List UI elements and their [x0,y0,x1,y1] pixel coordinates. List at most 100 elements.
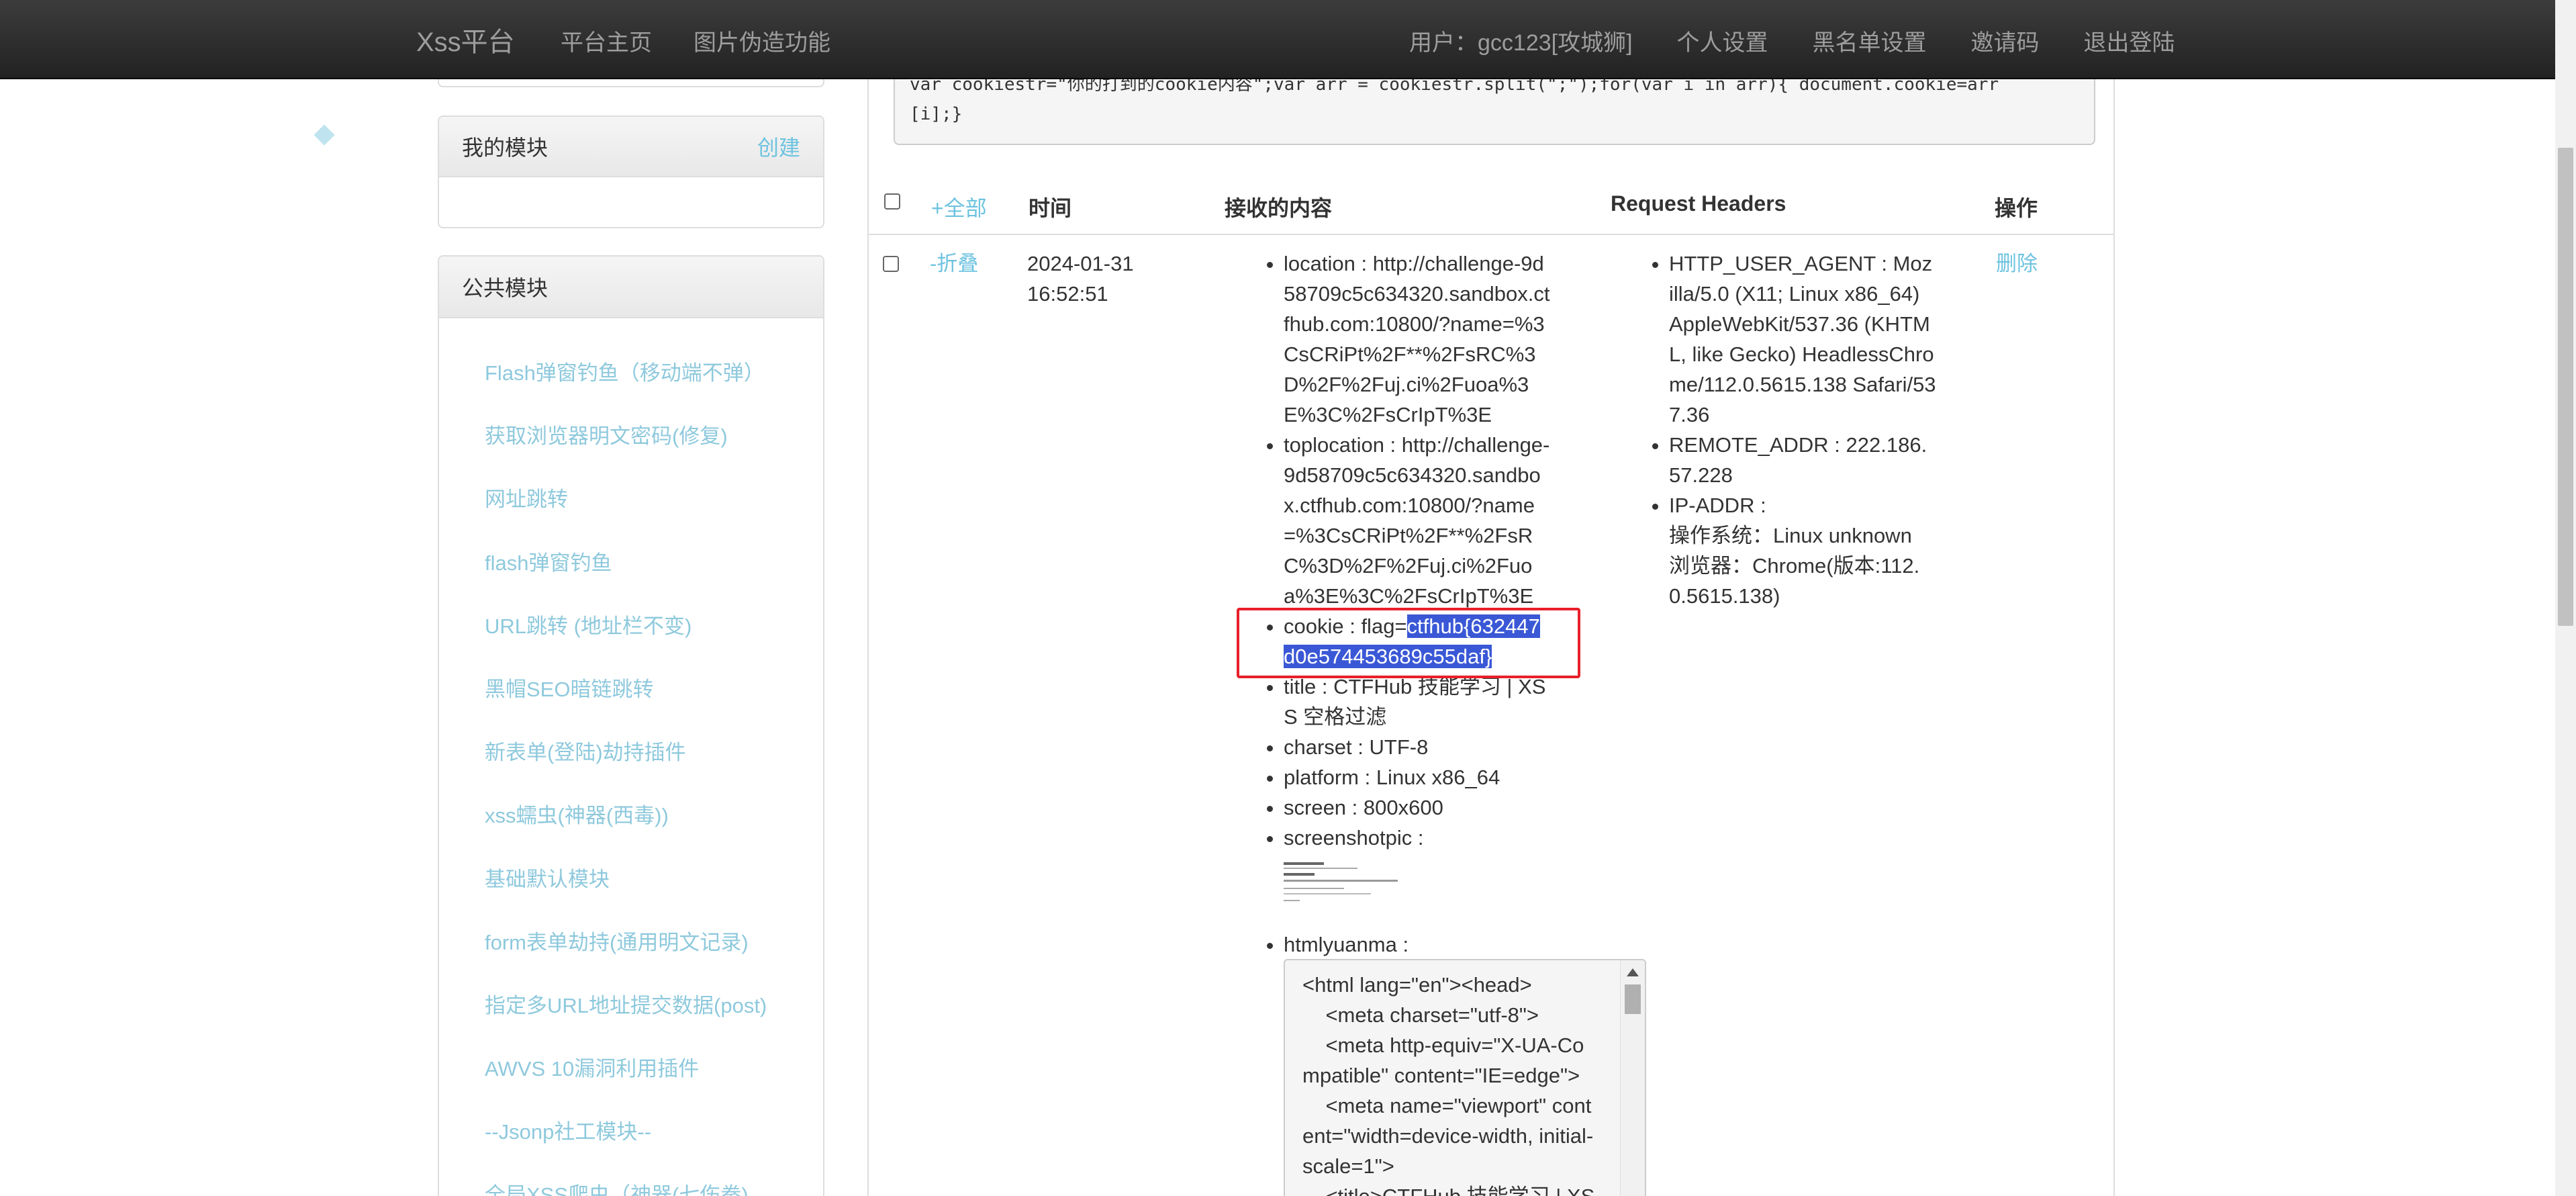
brand-logo[interactable]: Xss平台 [416,20,515,59]
ip-addr-line: 浏览器：Chrome(版本:112. [1669,554,1920,578]
select-all-checkbox[interactable] [884,193,900,210]
module-item[interactable]: xss蠕虫(神器(西毒)) [439,784,823,847]
header-divider [869,234,2113,235]
module-item[interactable]: --Jsonp社工模块-- [439,1101,823,1164]
title-item: title : CTFHub 技能学习 | XS S 空格过滤 [1284,672,1549,732]
html-source-line: <title>CTFHub 技能学习 | XS [1302,1181,1611,1196]
nav-logout-link[interactable]: 退出登陆 [2084,24,2175,57]
screen-item: screen : 800x600 [1284,792,1549,823]
expand-all-link[interactable]: +全部 [931,191,987,222]
collapse-link[interactable]: -折叠 [930,248,978,279]
toplocation-line: C%3D%2F%2Fuj.ci%2Fuo [1284,554,1533,578]
nav-left: 平台主页 图片伪造功能 [561,24,830,57]
my-modules-title: 我的模块 [462,136,548,160]
nav-blacklist-link[interactable]: 黑名单设置 [1813,24,1927,57]
location-line: fhub.com:10800/?name=%3 [1284,312,1545,336]
toplocation-line: a%3E%3C%2FsCrIpT%3E [1284,584,1534,608]
toplocation-line: x.ctfhub.com:10800/?name [1284,494,1535,517]
html-source-line: scale=1"> [1302,1154,1394,1178]
time-header: 时间 [1029,196,1072,220]
module-item[interactable]: 网址跳转 [439,468,823,531]
module-item[interactable]: form表单劫持(通用明文记录) [439,911,823,974]
public-modules-list: Flash弹窗钓鱼（移动端不弹） 获取浏览器明文密码(修复) 网址跳转 flas… [439,318,823,1196]
code-line: [i];} [910,104,963,124]
html-source-scrollbar[interactable] [1620,960,1645,1196]
module-item[interactable]: 全局XSS爬虫（神器(七伤拳) [439,1164,823,1196]
html-source-line: ent="width=device-width, initial- [1302,1124,1594,1148]
create-module-link[interactable]: 创建 [757,131,800,162]
location-line: 58709c5c634320.sandbox.ct [1284,282,1550,306]
ip-addr-line: 0.5615.138) [1669,584,1780,608]
page-scrollbar-thumb[interactable] [2558,148,2573,626]
row-date: 2024-01-31 [1027,252,1134,275]
remote-addr-line: REMOTE_ADDR : 222.186. [1669,433,1927,457]
html-source-line: mpatible" content="IE=edge"> [1302,1064,1580,1087]
user-agent-line: 7.36 [1669,403,1710,426]
nav-user-label: 用户：gcc123[攻城狮] [1409,30,1633,56]
diamond-icon [314,124,335,146]
my-modules-panel: 我的模块 创建 [438,116,824,228]
htmlyuanma-item: htmlyuanma : [1284,929,1549,960]
location-item: location : http://challenge-9d 58709c5c6… [1284,248,1549,430]
screenshotpic-item: screenshotpic : [1284,823,1549,907]
page: Xss平台 平台主页 图片伪造功能 用户：gcc123[攻城狮] 个人设置 黑名… [0,0,2555,1196]
html-source-line: <meta http-equiv="X-UA-Co [1302,1033,1584,1057]
title-line: S 空格过滤 [1284,705,1387,729]
received-content-list: location : http://challenge-9d 58709c5c6… [1245,248,1549,960]
scroll-thumb[interactable] [1625,984,1641,1014]
user-agent-item: HTTP_USER_AGENT : Moz illa/5.0 (X11; Lin… [1669,248,1936,430]
nav-image-forge-link[interactable]: 图片伪造功能 [694,24,830,57]
nav-settings-link[interactable]: 个人设置 [1677,24,1768,57]
platform-item: platform : Linux x86_64 [1284,762,1549,792]
screenshotpic-label: screenshotpic : [1284,826,1424,849]
ip-addr-line: IP-ADDR : [1669,494,1766,517]
html-source-box[interactable]: <html lang="en"><head> <meta charset="ut… [1284,959,1646,1196]
module-item[interactable]: URL跳转 (地址栏不变) [439,595,823,658]
row-timestamp: 2024-01-31 16:52:51 [1027,248,1134,309]
screenshot-thumbnail[interactable] [1284,858,1508,907]
module-item[interactable]: AWVS 10漏洞利用插件 [439,1038,823,1101]
user-agent-line: HTTP_USER_AGENT : Moz [1669,252,1933,275]
delete-link[interactable]: 删除 [1996,248,2038,279]
html-source-line: <html lang="en"><head> [1302,973,1532,997]
module-item[interactable]: 指定多URL地址提交数据(post) [439,974,823,1038]
row-time: 16:52:51 [1027,282,1108,306]
html-source-line: <meta charset="utf-8"> [1302,1003,1539,1027]
nav-home-link[interactable]: 平台主页 [561,24,652,57]
row-checkbox[interactable] [883,256,899,272]
module-item[interactable]: 黑帽SEO暗链跳转 [439,658,823,721]
request-headers-header: Request Headers [1611,191,1786,216]
module-item[interactable]: Flash弹窗钓鱼（移动端不弹） [439,342,823,405]
user-agent-line: illa/5.0 (X11; Linux x86_64) [1669,282,1920,306]
ip-addr-line: 操作系统：Linux unknown [1669,524,1912,547]
module-item[interactable]: 获取浏览器明文密码(修复) [439,405,823,468]
toplocation-line: 9d58709c5c634320.sandbo [1284,463,1541,487]
public-modules-title: 公共模块 [462,276,548,300]
toplocation-item: toplocation : http://challenge- 9d58709c… [1284,430,1549,611]
module-item[interactable]: 新表单(登陆)劫持插件 [439,721,823,784]
html-source-line: <meta name="viewport" cont [1302,1094,1592,1117]
user-agent-line: AppleWebKit/537.36 (KHTM [1669,312,1930,336]
content-header: 接收的内容 [1225,196,1333,220]
nav-invite-link[interactable]: 邀请码 [1971,24,2040,57]
module-item[interactable]: flash弹窗钓鱼 [439,532,823,595]
charset-item: charset : UTF-8 [1284,732,1549,762]
action-header: 操作 [1995,196,2038,220]
public-modules-panel: 公共模块 Flash弹窗钓鱼（移动端不弹） 获取浏览器明文密码(修复) 网址跳转… [438,255,824,1196]
module-item[interactable]: 基础默认模块 [439,848,823,911]
location-line: E%3C%2FsCrIpT%3E [1284,403,1492,426]
toplocation-line: toplocation : http://challenge- [1284,433,1550,457]
location-line: D%2F%2Fuj.ci%2Fuoa%3 [1284,373,1529,396]
ip-addr-item: IP-ADDR : 操作系统：Linux unknown 浏览器：Chrome(… [1669,490,1936,611]
remote-addr-line: 57.228 [1669,463,1733,487]
flag-highlight-box [1237,608,1580,678]
top-navbar: Xss平台 平台主页 图片伪造功能 用户：gcc123[攻城狮] 个人设置 黑名… [0,0,2555,79]
user-agent-line: L, like Gecko) HeadlessChro [1669,342,1934,366]
scroll-up-icon[interactable] [1627,968,1639,976]
remote-addr-item: REMOTE_ADDR : 222.186. 57.228 [1669,430,1936,490]
toplocation-line: =%3CsCRiPt%2F**%2FsR [1284,524,1533,547]
nav-right: 用户：gcc123[攻城狮] 个人设置 黑名单设置 邀请码 退出登陆 [1409,24,2175,57]
location-line: location : http://challenge-9d [1284,252,1544,275]
page-scrollbar[interactable] [2555,0,2576,1196]
request-headers-list: HTTP_USER_AGENT : Moz illa/5.0 (X11; Lin… [1630,248,1936,611]
